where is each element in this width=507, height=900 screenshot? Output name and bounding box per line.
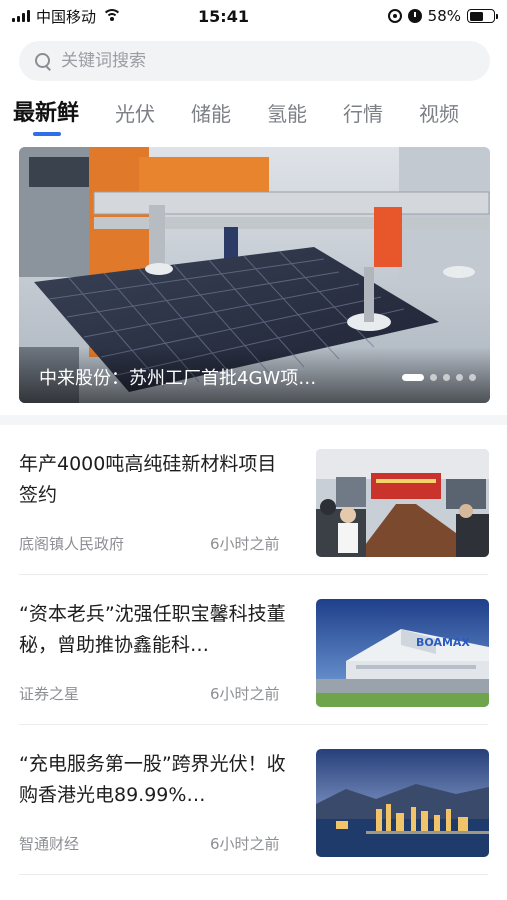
orientation-lock-icon — [387, 9, 402, 23]
tab-video[interactable]: 视频 — [419, 94, 459, 138]
news-thumbnail[interactable] — [316, 749, 489, 857]
status-bar: 中国移动 15:41 58% — [0, 0, 507, 32]
search-bar[interactable] — [19, 41, 490, 81]
news-time: 6小时之前 — [210, 685, 280, 703]
news-time: 6小时之前 — [210, 535, 280, 553]
news-thumbnail[interactable] — [316, 449, 489, 557]
carousel-dot[interactable] — [443, 374, 450, 381]
banner-carousel[interactable]: 中来股份：苏州工厂首批4GW项… — [19, 147, 490, 403]
banner-title[interactable]: 中来股份：苏州工厂首批4GW项… — [39, 364, 316, 390]
tab-photovoltaic[interactable]: 光伏 — [115, 94, 155, 138]
tab-energy-storage[interactable]: 储能 — [191, 94, 231, 138]
carousel-dot[interactable] — [469, 374, 476, 381]
carousel-dot[interactable] — [430, 374, 437, 381]
status-right: 58% — [305, 7, 498, 25]
factory-building-photo: BOAMAX — [316, 599, 489, 707]
news-source: 底阁镇人民政府 — [19, 535, 125, 553]
tab-label: 行情 — [343, 102, 384, 126]
news-source: 智通财经 — [19, 835, 80, 853]
divider — [19, 874, 488, 875]
carousel-dot[interactable] — [456, 374, 463, 381]
news-item[interactable]: “资本老兵”沈强任职宝馨科技董秘，曾助推协鑫能科… 证券之星 6小时之前 BOA… — [0, 575, 507, 725]
tab-market[interactable]: 行情 — [343, 94, 383, 138]
category-tabs: 最新鲜 光伏 储能 氢能 行情 视频 — [0, 94, 507, 138]
news-item[interactable]: 年产4000吨高纯硅新材料项目签约 底阁镇人民政府 6小时之前 — [0, 425, 507, 575]
news-time: 6小时之前 — [210, 835, 280, 853]
search-icon — [35, 53, 51, 69]
tab-label: 视频 — [419, 102, 460, 126]
news-title[interactable]: “资本老兵”沈强任职宝馨科技董秘，曾助推协鑫能科… — [19, 599, 294, 663]
battery-percent: 58% — [427, 7, 461, 25]
tab-label: 氢能 — [267, 102, 308, 126]
news-title[interactable]: 年产4000吨高纯硅新材料项目签约 — [19, 449, 294, 513]
clock: 15:41 — [198, 6, 249, 26]
section-divider — [0, 415, 507, 425]
search-input[interactable] — [61, 51, 461, 71]
tab-label: 最新鲜 — [13, 101, 80, 126]
svg-text:BOAMAX: BOAMAX — [416, 636, 470, 649]
news-list: 年产4000吨高纯硅新材料项目签约 底阁镇人民政府 6小时之前 “资本老兵”沈强… — [0, 425, 507, 875]
news-thumbnail[interactable]: BOAMAX — [316, 599, 489, 707]
carousel-dot[interactable] — [402, 374, 424, 381]
battery-icon — [467, 9, 498, 23]
meeting-photo — [316, 449, 489, 557]
news-source: 证券之星 — [19, 685, 80, 703]
tab-latest[interactable]: 最新鲜 — [13, 94, 79, 138]
city-skyline-photo — [316, 749, 489, 857]
tab-hydrogen[interactable]: 氢能 — [267, 94, 307, 138]
tab-label: 光伏 — [115, 102, 156, 126]
news-item[interactable]: “充电服务第一股”跨界光伏！收购香港光电89.99%… 智通财经 6小时之前 — [0, 725, 507, 875]
carrier-label: 中国移动 — [36, 7, 97, 26]
carousel-indicator — [402, 374, 476, 381]
wifi-icon — [102, 9, 123, 23]
active-tab-indicator — [33, 132, 61, 136]
alarm-icon — [407, 9, 422, 23]
news-title[interactable]: “充电服务第一股”跨界光伏！收购香港光电89.99%… — [19, 749, 294, 813]
tab-label: 储能 — [191, 102, 232, 126]
signal-icon — [12, 10, 30, 22]
